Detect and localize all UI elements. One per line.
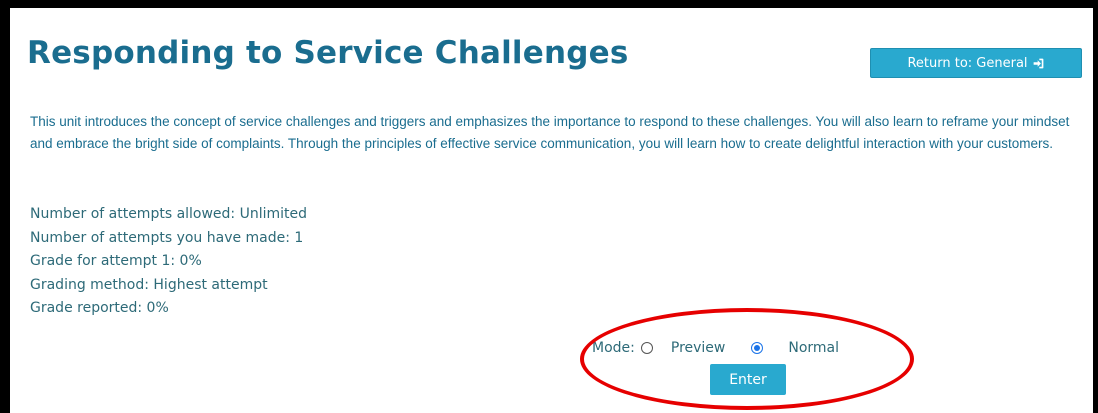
normal-radio[interactable] [751, 342, 764, 354]
page-title: Responding to Service Challenges [27, 35, 629, 71]
preview-label[interactable]: Preview [671, 340, 726, 356]
preview-radio[interactable] [640, 342, 653, 354]
sign-in-icon [1033, 58, 1043, 68]
attempt-info: Number of attempts allowed: Unlimited Nu… [30, 203, 307, 321]
enter-button[interactable]: Enter [710, 364, 786, 395]
unit-description: This unit introduces the concept of serv… [30, 114, 1070, 151]
page-frame: Responding to Service Challenges Return … [10, 8, 1093, 413]
mode-selector: Mode: Preview Normal [592, 339, 839, 357]
grade-attempt-1: Grade for attempt 1: 0% [30, 253, 202, 269]
attempts-allowed: Number of attempts allowed: Unlimited [30, 206, 308, 222]
mode-label: Mode: [592, 340, 635, 356]
return-to-general-button[interactable]: Return to: General [870, 48, 1082, 78]
grading-method: Grading method: Highest attempt [30, 276, 268, 293]
normal-label[interactable]: Normal [788, 340, 839, 356]
attempts-made: Number of attempts you have made: 1 [30, 229, 304, 246]
grade-reported: Grade reported: 0% [30, 300, 169, 316]
return-button-label: Return to: General [907, 55, 1028, 71]
